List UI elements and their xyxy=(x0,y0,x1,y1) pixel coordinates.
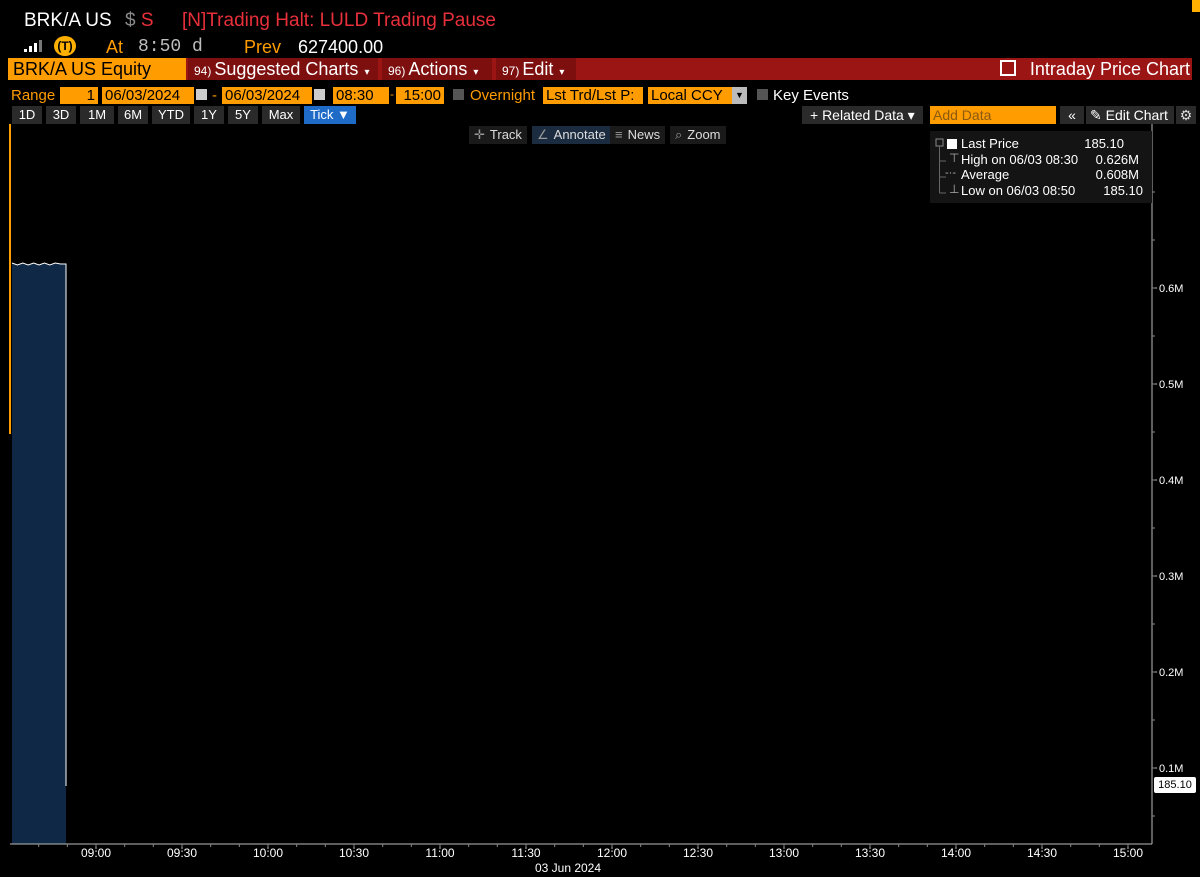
y-tick-label: 0.6M xyxy=(1159,283,1183,295)
start-date-input[interactable]: 06/03/2024 xyxy=(102,87,194,104)
end-time-input[interactable]: 15:00 xyxy=(396,87,444,104)
y-tick-label: 0.1M xyxy=(1159,763,1183,775)
period-1m[interactable]: 1M xyxy=(80,106,114,124)
calendar-icon[interactable] xyxy=(314,89,325,100)
at-time: 8:50 d xyxy=(138,37,203,57)
related-data-menu[interactable]: + Related Data ▾ xyxy=(802,106,923,124)
y-tick-label: 0.3M xyxy=(1159,571,1183,583)
x-axis: 09:00 09:30 10:00 10:30 11:00 11:30 12:00 12:30… xyxy=(38,844,1143,860)
actions-menu[interactable]: 96) Actions ▾ xyxy=(382,58,492,80)
legend-high-value: 0.626M xyxy=(1095,152,1139,167)
period-1y[interactable]: 1Y xyxy=(194,106,224,124)
end-date-input[interactable]: 06/03/2024 xyxy=(222,87,312,104)
y-tick-label: 0.4M xyxy=(1159,475,1183,487)
start-time-input[interactable]: 08:30 xyxy=(333,87,389,104)
chevron-down-icon: ▾ xyxy=(559,67,565,78)
prev-value: 627400.00 xyxy=(298,37,384,57)
chevron-down-icon[interactable]: ▼ xyxy=(732,87,747,104)
period-1d[interactable]: 1D xyxy=(12,106,42,124)
y-tick-label: 0.2M xyxy=(1159,667,1183,679)
y-axis: 0.1M 0.2M 0.3M 0.4M 0.5M 0.6M xyxy=(1152,191,1183,817)
key-events-checkbox[interactable] xyxy=(757,89,768,100)
prev-label: Prev xyxy=(244,37,282,57)
legend-high-label: High on 06/03 08:30 xyxy=(961,152,1079,167)
average-icon: -·- xyxy=(945,167,956,179)
add-data-input[interactable]: Add Data xyxy=(930,106,1056,124)
time-separator: - xyxy=(390,87,394,101)
x-tick-label: 13:30 xyxy=(855,846,885,860)
x-tick-label: 10:00 xyxy=(253,846,283,860)
range-value-input[interactable]: 1 xyxy=(60,87,98,104)
last-price-tag: 185.10 xyxy=(1154,777,1196,793)
legend-last-price-label: Last Price xyxy=(961,136,1019,151)
suggested-num: 94) xyxy=(194,64,212,78)
suggested-charts-menu[interactable]: 94) Suggested Charts ▾ xyxy=(188,58,378,80)
x-tick-label: 12:00 xyxy=(597,846,627,860)
period-3d[interactable]: 3D xyxy=(46,106,76,124)
at-label: At xyxy=(106,37,124,57)
edit-num: 97) xyxy=(502,64,520,78)
y-tick-label: 0.5M xyxy=(1159,379,1183,391)
period-max[interactable]: Max xyxy=(262,106,300,124)
chart-title[interactable]: Intraday Price Chart xyxy=(999,58,1190,80)
period-ytd[interactable]: YTD xyxy=(152,106,190,124)
x-tick-label: 13:00 xyxy=(769,846,799,860)
external-link-icon xyxy=(999,60,1016,76)
currency-select[interactable]: Local CCY xyxy=(648,87,732,104)
currency-status: $ S xyxy=(125,10,154,32)
x-tick-label: 11:00 xyxy=(425,846,454,860)
security-field[interactable]: BRK/A US Equity xyxy=(8,58,186,80)
x-tick-label: 14:00 xyxy=(941,846,971,860)
low-icon: ⊥ xyxy=(949,182,960,196)
x-tick-label: 11:30 xyxy=(511,846,540,860)
legend-average-value: 0.608M xyxy=(1095,167,1139,182)
x-tick-label: 12:30 xyxy=(683,846,713,860)
legend-last-price-value: 185.10 xyxy=(1084,136,1124,151)
legend-average-label: Average xyxy=(961,167,1010,182)
x-tick-label: 09:00 xyxy=(81,846,111,860)
collapse-icon[interactable]: « xyxy=(1060,106,1084,124)
x-tick-label: 09:30 xyxy=(167,846,197,860)
edit-menu[interactable]: 97) Edit ▾ xyxy=(496,58,576,80)
currency-symbol: $ xyxy=(125,10,136,31)
chevron-down-icon: ▾ xyxy=(364,67,370,78)
date-separator: - xyxy=(212,87,217,104)
price-chart[interactable]: 0.1M 0.2M 0.3M 0.4M 0.5M 0.6M 09:00 09:30 10:00… xyxy=(0,124,1200,877)
gear-icon[interactable]: ⚙ xyxy=(1176,106,1196,124)
edit-label: Edit xyxy=(522,59,554,79)
period-tick[interactable]: Tick ▼ xyxy=(304,106,356,124)
legend-low-value: 185.10 xyxy=(1103,183,1143,198)
period-5y[interactable]: 5Y xyxy=(228,106,258,124)
chart-title-label: Intraday Price Chart xyxy=(1029,59,1190,79)
actions-label: Actions xyxy=(408,59,468,79)
overnight-checkbox[interactable] xyxy=(453,89,464,100)
chevron-down-icon: ▾ xyxy=(473,67,479,78)
actions-num: 96) xyxy=(388,64,406,78)
edit-chart-button[interactable]: ✎ Edit Chart xyxy=(1086,106,1174,124)
x-tick-label: 10:30 xyxy=(339,846,369,860)
x-tick-label: 14:30 xyxy=(1027,846,1057,860)
price-area xyxy=(12,263,66,844)
security-header: BRK/A US $ S [N]Trading Halt: LULD Tradi… xyxy=(0,0,1200,36)
ticker-label: BRK/A US xyxy=(24,10,112,31)
chart-legend: Last Price 185.10 ⊤ High on 06/03 08:30 … xyxy=(930,131,1152,203)
period-6m[interactable]: 6M xyxy=(118,106,148,124)
suggested-label: Suggested Charts xyxy=(214,59,359,79)
range-label: Range xyxy=(11,87,56,104)
high-icon: ⊤ xyxy=(949,151,960,165)
price-type-select[interactable]: Lst Trd/Lst P: xyxy=(543,87,643,104)
x-axis-label: 03 Jun 2024 xyxy=(535,861,601,875)
key-events-label: Key Events xyxy=(773,87,849,104)
status-code: S xyxy=(140,10,154,31)
corner-marker xyxy=(1192,0,1200,12)
legend-low-label: Low on 06/03 08:50 xyxy=(961,183,1076,198)
calendar-icon[interactable] xyxy=(196,89,207,100)
overnight-label: Overnight xyxy=(470,87,536,104)
signal-badge-icon[interactable]: (T) xyxy=(54,36,76,56)
halt-message: [N]Trading Halt: LULD Trading Pause xyxy=(182,10,497,31)
signal-strength-icon xyxy=(24,40,44,52)
x-tick-label: 15:00 xyxy=(1113,846,1143,860)
